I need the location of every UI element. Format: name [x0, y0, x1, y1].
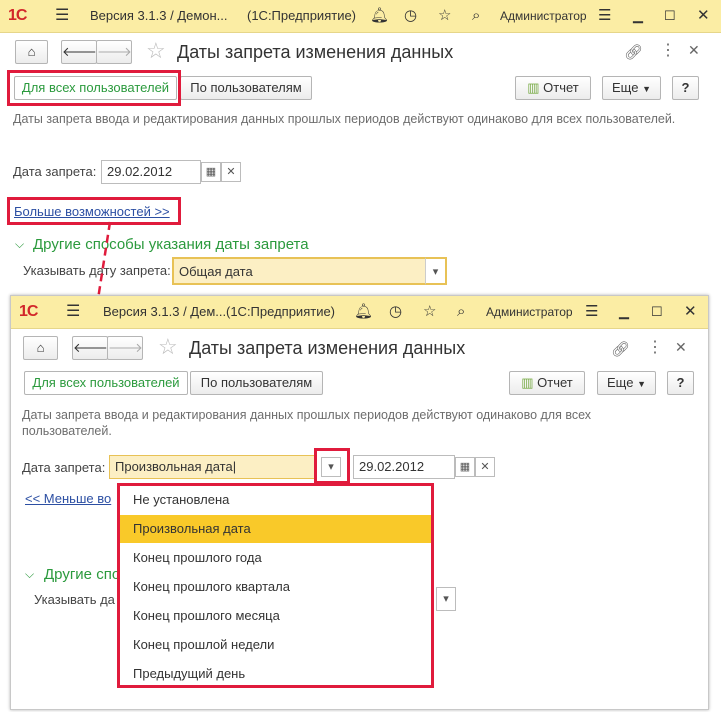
- favorite-star-icon[interactable]: ☆: [158, 334, 178, 360]
- more-dots-icon[interactable]: ⋮: [647, 337, 663, 357]
- more-label: Еще: [607, 375, 634, 390]
- dropdown-item-selected[interactable]: Произвольная дата: [120, 515, 431, 543]
- dropdown-item[interactable]: Не установлена: [120, 486, 431, 514]
- report-label: Отчет: [537, 375, 573, 390]
- date-kind-select[interactable]: Произвольная дата|: [109, 455, 317, 479]
- home-button[interactable]: ⌂: [23, 336, 58, 360]
- minimize-icon[interactable]: ▁: [619, 296, 629, 328]
- app-name: (1С:Предприятие): [226, 304, 336, 319]
- calendar-icon[interactable]: ▦: [455, 457, 475, 477]
- tab-by-users[interactable]: По пользователям: [190, 371, 323, 395]
- date-label: Дата запрета:: [22, 460, 106, 475]
- dropdown-item[interactable]: Предыдущий день: [120, 660, 431, 688]
- dropdown-item[interactable]: Конец прошлого месяца: [120, 602, 431, 630]
- close-form-icon[interactable]: ✕: [675, 339, 687, 356]
- window-title: Версия 3.1.3 / Дем...: [103, 304, 227, 319]
- star-icon[interactable]: ☆: [423, 296, 436, 328]
- report-icon: ▥: [521, 375, 534, 390]
- dropdown-item[interactable]: Конец прошлой недели: [120, 631, 431, 659]
- settings-icon[interactable]: ☰: [585, 296, 598, 328]
- forward-button[interactable]: 🡒: [107, 336, 143, 360]
- date-kind-value: Произвольная дата: [115, 459, 233, 474]
- bell-icon[interactable]: 🔔︎: [354, 296, 373, 328]
- dropdown-item[interactable]: Конец прошлого года: [120, 544, 431, 572]
- date-kind-dropdown-list: Не установлена Произвольная дата Конец п…: [117, 483, 434, 688]
- app-logo: 1С: [19, 303, 38, 320]
- link-icon[interactable]: 🔗︎: [611, 340, 630, 358]
- close-icon[interactable]: ✕: [684, 296, 697, 328]
- hint-text-line-2: пользователей.: [22, 424, 112, 438]
- front-window: 1С ☰ Версия 3.1.3 / Дем... (1С:Предприят…: [10, 295, 709, 710]
- less-options-link[interactable]: << Меньше во: [25, 491, 111, 506]
- dropdown-button-highlight: [314, 448, 350, 484]
- hint-text-line-1: Даты запрета ввода и редактирования данн…: [22, 408, 592, 422]
- history-icon[interactable]: ◷: [389, 296, 402, 328]
- clear-icon[interactable]: ✕: [475, 457, 495, 477]
- tab-all-users[interactable]: Для всех пользователей: [24, 371, 188, 395]
- specify-dropdown-icon[interactable]: ▾: [436, 587, 456, 611]
- chevron-down-icon: ▼: [637, 379, 646, 389]
- section-title[interactable]: Другие спо: [44, 566, 120, 583]
- date-input[interactable]: 29.02.2012: [353, 455, 455, 479]
- menu-icon[interactable]: ☰: [66, 296, 80, 328]
- front-titlebar: 1С ☰ Версия 3.1.3 / Дем... (1С:Предприят…: [11, 296, 708, 329]
- help-button[interactable]: ?: [667, 371, 694, 395]
- dropdown-item[interactable]: Конец прошлого квартала: [120, 573, 431, 601]
- specify-label: Указывать да: [34, 592, 115, 607]
- search-icon[interactable]: ⌕: [457, 296, 465, 328]
- report-button[interactable]: ▥ Отчет: [509, 371, 585, 395]
- more-button[interactable]: Еще ▼: [597, 371, 656, 395]
- back-button[interactable]: 🡐: [72, 336, 108, 360]
- user-name[interactable]: Администратор: [486, 296, 573, 328]
- maximize-icon[interactable]: ☐: [651, 296, 663, 328]
- section-chevron-icon[interactable]: ⌵: [25, 567, 34, 582]
- page-title: Даты запрета изменения данных: [189, 338, 466, 358]
